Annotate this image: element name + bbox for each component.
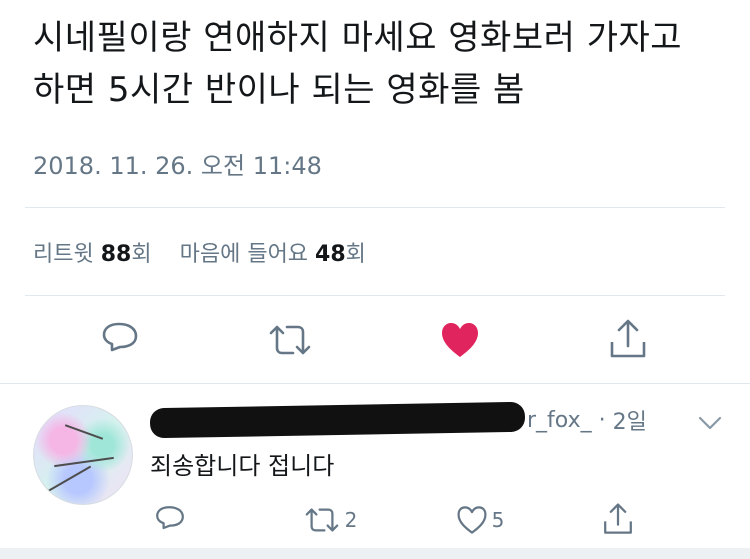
reply-like-button[interactable]: 5: [450, 502, 510, 538]
retweet-stat-unit: 회: [131, 242, 152, 267]
like-stat-label: 마음에 들어요: [179, 242, 309, 267]
separator: ·: [598, 407, 606, 433]
like-stat-count: 48: [315, 242, 346, 267]
like-stat-unit: 회: [345, 242, 366, 267]
bottom-separator: [0, 548, 750, 559]
reply-username[interactable]: r_fox_ · 2일: [149, 400, 647, 440]
retweet-button[interactable]: [264, 318, 316, 362]
tweet-timestamp[interactable]: 2018. 11. 26. 오전 11:48: [33, 146, 322, 181]
reply-icon: [156, 506, 184, 530]
retweet-stat[interactable]: 리트윗 88회: [33, 242, 159, 267]
like-stat[interactable]: 마음에 들어요 48회: [180, 242, 366, 267]
chevron-down-icon: [698, 416, 722, 430]
reply-retweet-count: 2: [344, 508, 358, 532]
share-icon: [610, 319, 646, 358]
reply-like-count: 5: [491, 508, 505, 532]
reply-button[interactable]: [96, 318, 144, 362]
retweet-icon: [305, 508, 338, 532]
share-icon: [604, 503, 632, 534]
divider: [0, 383, 750, 384]
reply-handle: r_fox_: [527, 407, 592, 433]
reply-more-button[interactable]: [690, 408, 730, 438]
reply-icon: [102, 322, 138, 352]
tweet-stats: 리트윗 88회 마음에 들어요 48회: [33, 236, 366, 268]
reply-reply-button[interactable]: [150, 502, 190, 538]
reply-text: 죄송합니다 접니다: [150, 452, 335, 480]
retweet-stat-count: 88: [100, 242, 132, 267]
retweet-icon: [269, 325, 311, 355]
heart-outline-icon: [457, 506, 487, 534]
divider: [25, 295, 725, 296]
redaction-mark: [149, 401, 526, 439]
like-button[interactable]: [436, 318, 484, 362]
reply-retweet-button[interactable]: 2: [298, 502, 362, 538]
retweet-stat-label: 리트윗: [33, 242, 94, 267]
tweet-text: 시네필이랑 연애하지 마세요 영화보러 가자고 하면 5시간 반이나 되는 영화…: [33, 18, 683, 110]
reply-share-button[interactable]: [598, 500, 638, 538]
divider: [25, 207, 725, 208]
heart-filled-icon: [442, 323, 478, 357]
share-button[interactable]: [604, 316, 652, 362]
avatar[interactable]: [33, 405, 133, 505]
reply-time: 2일: [612, 410, 647, 435]
